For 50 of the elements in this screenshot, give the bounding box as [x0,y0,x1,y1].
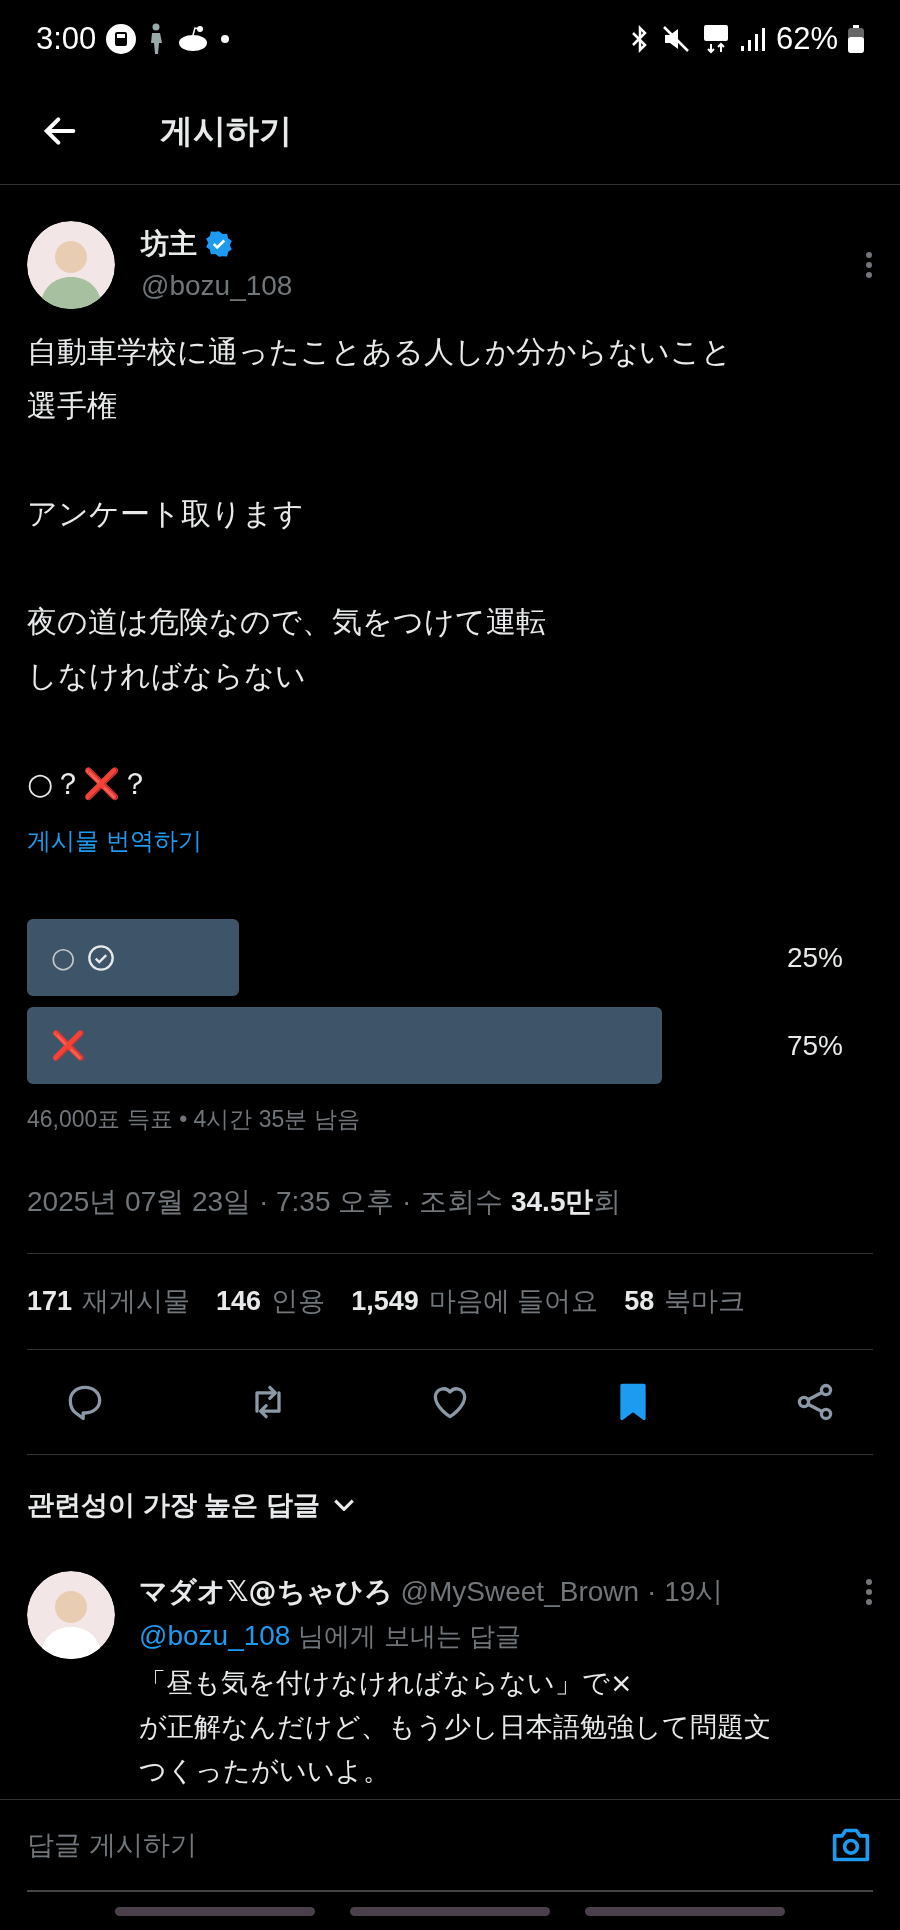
poll-percent: 75% [786,1028,843,1063]
reply-context: 님에게 보내는 답글 [298,1619,521,1653]
reply-author-name[interactable]: マダオ𝕏@ちゃひろ [139,1571,393,1613]
reply-text: 「昼も気を付けなければならない」で× [139,1666,634,1700]
reply-sort-dropdown[interactable]: 관련성이 가장 높은 답글 [27,1484,354,1525]
mention-link[interactable]: @bozu_108 [139,1615,291,1657]
signal-icon [739,26,766,52]
page-title: 게시하기 [160,111,292,152]
reply-text: が正解なんだけど、もう少し日本語勉強して問題文 [139,1710,772,1744]
network-icon [701,24,730,54]
avatar[interactable] [27,221,115,309]
more-options-icon[interactable] [865,1578,873,1606]
poll-option-label: ○ [51,939,76,976]
nav-handle[interactable] [585,1906,786,1916]
stat-count: 171 [27,1284,73,1318]
stat-count: 1,549 [351,1284,419,1318]
stat-label[interactable]: 마음에 들어요 [428,1280,599,1322]
poll-option-label: ❌ [51,1027,86,1064]
more-options-icon[interactable] [865,251,873,279]
status-time: 3:00 [36,19,97,58]
author-handle: @bozu_108 [141,269,294,303]
stat-label[interactable]: 인용 [271,1280,326,1322]
post-text: 選手権 [27,387,118,425]
reply-time: · 19시 [647,1575,724,1609]
stat-count: 58 [624,1284,655,1318]
nav-handle[interactable] [350,1906,550,1916]
post-text: アンケート取ります [27,495,305,533]
reply-author-handle: @MySweet_Brown [400,1575,640,1609]
bus-icon [106,24,137,54]
post-text: 夜の道は危険なので、気をつけて運転 [27,603,547,641]
reply-composer[interactable]: 답글 게시하기 [27,1800,873,1892]
chevron-down-icon [333,1498,354,1511]
author-name[interactable]: 坊主 [141,223,197,265]
stat-label[interactable]: 재게시물 [82,1280,191,1322]
post-text: しなければならない [27,657,307,695]
dot-icon [220,34,231,44]
avatar[interactable] [27,1571,115,1659]
battery-percent: 62% [775,19,838,58]
composer-placeholder: 답글 게시하기 [27,1828,197,1862]
nav-handle[interactable] [114,1906,315,1916]
poll-percent: 25% [786,940,843,975]
reply-text: つくったがいいよ。 [139,1754,391,1788]
poll-meta: 46,000표 득표 • 4시간 35분 남음 [27,1105,361,1134]
translate-link[interactable]: 게시물 번역하기 [27,823,873,859]
post-text: ○？❌？ [27,765,152,803]
post-text: 自動車学校に通ったことある人しか分からないこと [27,333,733,371]
post-timestamp: 2025년 07월 23일 · 7:35 오후 · 조회수 34.5만회 [27,1184,623,1219]
stat-count: 146 [216,1284,262,1318]
stat-label[interactable]: 북마크 [664,1280,746,1322]
battery-icon [848,25,864,53]
